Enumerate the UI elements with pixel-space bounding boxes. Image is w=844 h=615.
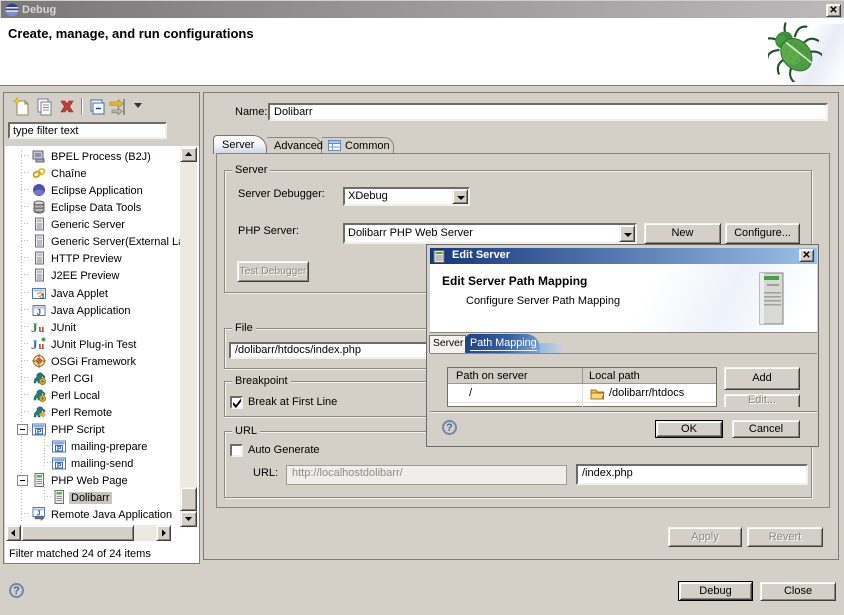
svg-text:P: P xyxy=(57,463,62,470)
svg-text:P: P xyxy=(37,429,42,436)
svg-text:P: P xyxy=(57,446,62,453)
svg-text:u: u xyxy=(39,341,45,352)
svg-text:J: J xyxy=(37,308,41,317)
svg-text:J: J xyxy=(40,292,44,301)
svg-text:u: u xyxy=(39,324,45,335)
svg-text:J: J xyxy=(31,320,38,335)
svg-text:J: J xyxy=(31,337,38,352)
svg-text:J: J xyxy=(37,511,41,518)
